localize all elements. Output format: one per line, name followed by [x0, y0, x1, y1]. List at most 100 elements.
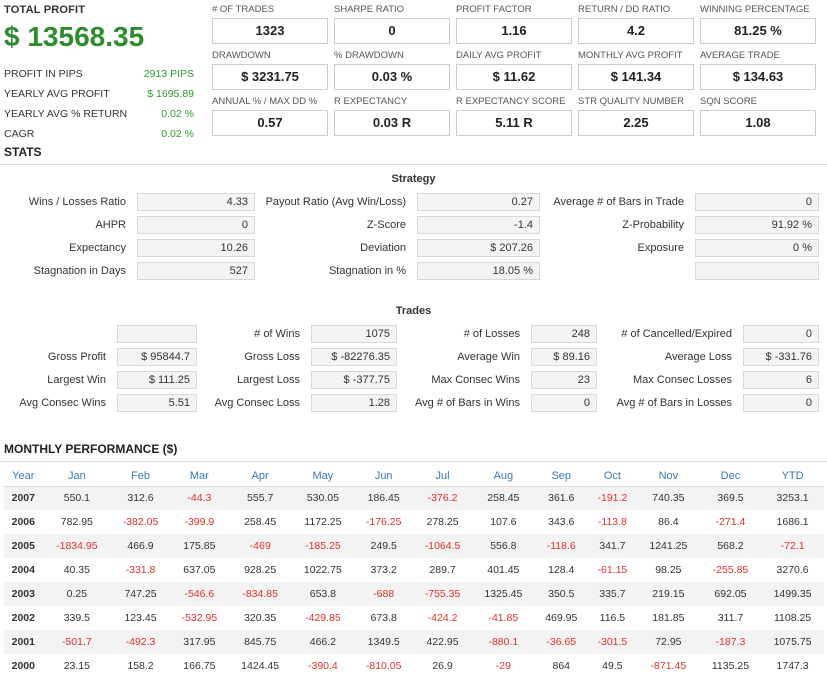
table-cell: 186.45: [354, 486, 414, 510]
table-cell: 1349.5: [354, 630, 414, 654]
table-cell: -390.4: [308, 660, 338, 672]
column-header[interactable]: Jul: [413, 466, 472, 487]
table-row: 2006 782.95 -382.05 -399.9 258.45 1172.25 -176…: [4, 510, 824, 534]
table-cell: -118.6: [534, 534, 588, 558]
trade-stat-value: $ -331.76: [743, 348, 819, 366]
table-cell: -191.2: [587, 486, 637, 510]
metrics-grid: # OF TRADES 1323 SHARPE RATIO 0 PROFIT FACTO…: [212, 4, 824, 142]
table-cell: 469.95: [545, 612, 578, 624]
total-profit-label: TOTAL PROFIT: [4, 4, 86, 16]
column-header[interactable]: Dec: [699, 466, 762, 487]
table-cell: 1135.25: [711, 660, 750, 672]
table-cell: 175.85: [169, 534, 229, 558]
metric-label: SHARPE RATIO: [334, 4, 405, 15]
table-cell: 692.05: [699, 582, 762, 606]
summary-panel: TOTAL PROFIT $ 13568.35 PROFIT IN PIPS 2…: [4, 4, 194, 144]
metric-card: AVERAGE TRADE $ 134.63: [700, 50, 816, 96]
trade-stat-value: 0: [743, 325, 819, 343]
table-row: 2005 -1834.95 466.9 175.85 -469 -185.25 249.5-…: [4, 534, 824, 558]
metric-label: DAILY AVG PROFIT: [456, 50, 542, 61]
summary-label: YEARLY AVG PROFIT: [4, 88, 110, 100]
column-header[interactable]: Jun: [354, 466, 414, 487]
table-cell: 422.95: [413, 630, 472, 654]
table-cell: 782.95: [60, 516, 93, 528]
table-cell: -176.25: [365, 516, 402, 528]
table-cell: 116.5: [599, 612, 626, 624]
column-header[interactable]: Mar: [169, 466, 229, 487]
table-cell: 335.7: [587, 582, 637, 606]
monthly-title: MONTHLY PERFORMANCE ($): [4, 442, 178, 456]
table-cell: 317.95: [169, 630, 229, 654]
metric-label: WINNING PERCENTAGE: [700, 4, 810, 15]
stat-value: 527: [137, 262, 255, 280]
column-header[interactable]: Feb: [111, 466, 170, 487]
metric-card: DAILY AVG PROFIT $ 11.62: [456, 50, 572, 96]
metric-card: ANNUAL % / MAX DD % 0.57: [212, 96, 328, 142]
table-cell: 740.35: [637, 486, 700, 510]
metric-card: R EXPECTANCY 0.03 R: [334, 96, 450, 142]
stat-label: Expectancy: [69, 242, 126, 254]
summary-label: PROFIT IN PIPS: [4, 68, 83, 80]
metric-value: 0.57: [212, 110, 328, 136]
trade-stat-label: # of Losses: [463, 328, 520, 340]
table-cell: -301.5: [587, 630, 637, 654]
metric-value: $ 3231.75: [212, 64, 328, 90]
stat-value: $ 207.26: [417, 239, 540, 257]
metric-card: DRAWDOWN $ 3231.75: [212, 50, 328, 96]
table-cell: -29: [495, 660, 511, 672]
table-cell: -546.6: [169, 582, 229, 606]
trade-stat-label: Avg Consec Wins: [19, 397, 106, 409]
table-cell: 72.95: [637, 630, 700, 654]
table-cell: 343.6: [548, 516, 575, 528]
table-row: 2002 339.5 123.45 -532.95 320.35 -429.85 673.8…: [4, 606, 824, 630]
table-cell: 311.7: [717, 612, 744, 624]
table-cell: 181.85: [652, 612, 685, 624]
metric-value: 4.2: [578, 18, 694, 44]
trade-stat-label: Avg Consec Loss: [214, 397, 300, 409]
metric-value: 1.08: [700, 110, 816, 136]
table-cell: 166.75: [183, 660, 216, 672]
metric-label: MONTHLY AVG PROFIT: [578, 50, 683, 61]
monthly-performance-table: Year Jan Feb Mar Apr May Jun Jul Aug Sep Oct Nov Dec…: [4, 466, 824, 678]
trade-stat-value: $ 89.16: [531, 348, 597, 366]
table-cell: 3253.1: [761, 486, 824, 510]
table-cell: 361.6: [534, 486, 588, 510]
stat-label: Payout Ratio (Avg Win/Loss): [265, 196, 406, 208]
table-cell: 350.5: [534, 582, 588, 606]
column-header[interactable]: Apr: [228, 466, 292, 487]
metric-label: % DRAWDOWN: [334, 50, 404, 61]
table-cell: -187.3: [699, 630, 762, 654]
column-header[interactable]: Year: [4, 466, 43, 487]
table-cell: -376.2: [413, 486, 472, 510]
table-cell: 123.45: [124, 612, 157, 624]
table-header-row: Year Jan Feb Mar Apr May Jun Jul Aug Sep Oct Nov Dec…: [4, 466, 824, 487]
strategy-title: Strategy: [391, 173, 436, 185]
column-header[interactable]: May: [291, 466, 355, 487]
column-header[interactable]: Aug: [471, 466, 535, 487]
summary-row-cagr: CAGR 0.02 %: [4, 124, 194, 144]
column-header[interactable]: Oct: [587, 466, 637, 487]
year-cell: 2000: [11, 660, 35, 672]
column-header[interactable]: Jan: [42, 466, 112, 487]
year-cell: 2004: [11, 564, 35, 576]
table-cell: 0.25: [42, 582, 112, 606]
table-cell: -755.35: [413, 582, 472, 606]
metric-value: 5.11 R: [456, 110, 572, 136]
stats-title: STATS: [4, 145, 42, 159]
year-cell: 2003: [4, 582, 43, 606]
metric-card: WINNING PERCENTAGE 81.25 %: [700, 4, 816, 50]
column-header[interactable]: Sep: [534, 466, 588, 487]
column-header[interactable]: Nov: [637, 466, 700, 487]
table-cell: 258.45: [244, 516, 277, 528]
metric-label: AVERAGE TRADE: [700, 50, 780, 61]
table-cell: 637.05: [183, 564, 216, 576]
stat-value: -1.4: [417, 216, 540, 234]
column-header[interactable]: YTD: [761, 466, 824, 487]
metric-value: 81.25 %: [700, 18, 816, 44]
table-row: 2001 -501.7 -492.3 317.95 845.75 466.2 1349.5 4…: [4, 630, 824, 654]
trade-stat-value: $ -377.75: [311, 371, 397, 389]
metric-label: SQN SCORE: [700, 96, 758, 107]
table-cell: 555.7: [228, 486, 292, 510]
trade-stat-value: 5.51: [117, 394, 197, 412]
table-cell: 312.6: [111, 486, 170, 510]
